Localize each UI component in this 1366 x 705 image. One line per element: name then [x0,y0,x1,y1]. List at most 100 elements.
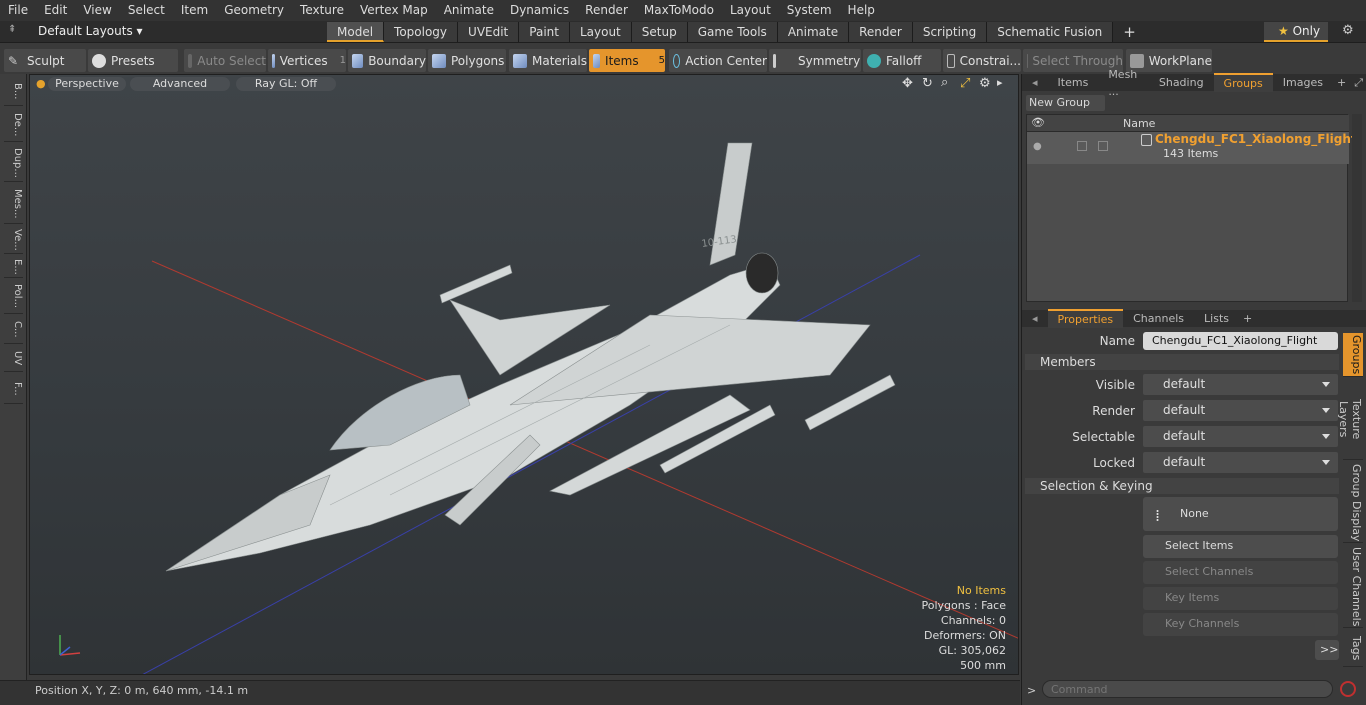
vtab-user-channels[interactable]: User Channels [1343,546,1363,628]
menu-maxtomodo[interactable]: MaxToModo [636,0,722,21]
vtab-tags[interactable]: Tags [1343,631,1363,667]
tab-schematic-fusion[interactable]: Schematic Fusion [987,22,1114,42]
menu-item[interactable]: Item [173,0,216,21]
sculpt-button[interactable]: ✎ Sculpt [4,49,86,72]
left-tab-curve[interactable]: C... [4,316,23,344]
tab-images[interactable]: Images [1273,74,1333,91]
menu-texture[interactable]: Texture [292,0,352,21]
locked-label: Locked [1093,456,1135,470]
tab-shading[interactable]: Shading [1149,74,1214,91]
tab-paint[interactable]: Paint [519,22,570,42]
name-field[interactable]: Chengdu_FC1_Xiaolong_Flight (145) [1143,332,1338,365]
tab-items[interactable]: Items [1048,74,1099,91]
tab-game-tools[interactable]: Game Tools [687,22,778,42]
panel-expand-icon[interactable]: ⤢ [1350,74,1366,91]
add-panel-tab-icon[interactable]: + [1333,74,1350,91]
tab-lists[interactable]: Lists [1194,310,1239,327]
left-tab-uv[interactable]: UV [4,346,23,372]
selection-keying-section[interactable]: Selection & Keying [1025,478,1339,494]
menu-dynamics[interactable]: Dynamics [502,0,577,21]
layout-tabs: Model Topology UVEdit Paint Layout Setup… [327,22,1146,42]
render-dropdown[interactable]: default [1143,400,1338,421]
groups-scrollbar[interactable] [1352,114,1362,302]
menu-vertex-map[interactable]: Vertex Map [352,0,436,21]
auto-select-button[interactable]: Auto Select [184,49,266,72]
selectable-dropdown[interactable]: default [1143,426,1338,447]
materials-button[interactable]: Materials [509,49,587,72]
tab-layout[interactable]: Layout [569,22,632,42]
3d-viewport[interactable]: ● Perspective Advanced Ray GL: Off ✥ ↻ ⌕… [29,74,1019,675]
tab-topology[interactable]: Topology [384,22,459,42]
vertices-label: Vertices [279,53,328,68]
constraints-button[interactable]: Constrai... [943,49,1021,72]
row-render-icon[interactable] [1077,141,1087,151]
properties-menu-icon[interactable]: ◂ [1022,310,1048,327]
items-button[interactable]: Items 5 [589,49,665,72]
left-tab-fusion[interactable]: F... [4,374,23,404]
star-icon: ★ [1278,24,1289,38]
tab-channels[interactable]: Channels [1123,310,1194,327]
menu-select[interactable]: Select [120,0,173,21]
default-layouts-dropdown[interactable]: Default Layouts ▾ [38,24,143,38]
menu-help[interactable]: Help [840,0,883,21]
vtab-group-display[interactable]: Group Display [1343,463,1363,543]
select-channels-button[interactable]: Select Channels [1143,561,1338,584]
tab-setup[interactable]: Setup [631,22,688,42]
symmetry-button[interactable]: Symmetry [769,49,861,72]
falloff-button[interactable]: Falloff [863,49,941,72]
polygons-icon [432,53,446,68]
vtab-groups[interactable]: Groups [1343,333,1363,377]
left-tab-vertex[interactable]: Ve... [4,226,23,254]
vtab-texture-layers[interactable]: Texture Layers [1337,380,1363,460]
polygons-button[interactable]: Polygons [428,49,506,72]
missile-2 [804,374,896,431]
add-properties-tab-icon[interactable]: + [1239,310,1256,327]
only-button[interactable]: ★ Only [1264,22,1328,42]
record-icon[interactable] [1340,681,1356,697]
tab-groups[interactable]: Groups [1213,73,1273,92]
group-row[interactable]: ● Chengdu_FC1_Xiaolong_Flight 143 Items [1027,132,1357,164]
gear-icon[interactable]: ⚙ [1342,23,1354,38]
panel-menu-icon[interactable]: ◂ [1022,74,1048,91]
menu-file[interactable]: File [0,0,36,21]
key-channels-button[interactable]: Key Channels [1143,613,1338,636]
left-tab-basic[interactable]: B... [4,78,23,106]
tab-properties[interactable]: Properties [1047,309,1124,328]
more-button[interactable]: >> [1315,640,1339,660]
locked-dropdown[interactable]: default [1143,452,1338,473]
add-tab-button[interactable]: + [1113,22,1146,42]
new-group-button[interactable]: New Group [1026,95,1105,111]
key-items-button[interactable]: Key Items [1143,587,1338,610]
menu-geometry[interactable]: Geometry [216,0,292,21]
groups-list-header: 👁 Name [1027,115,1349,132]
tab-render[interactable]: Render [849,22,913,42]
visible-dropdown[interactable]: default [1143,374,1338,395]
row-lock-icon[interactable] [1098,141,1108,151]
menu-render[interactable]: Render [577,0,636,21]
layout-toggle-icon[interactable]: ⇞ [8,24,18,38]
vertices-button[interactable]: Vertices 1 [268,49,346,72]
tab-mesh[interactable]: Mesh ... [1098,66,1149,100]
action-center-button[interactable]: Action Center [669,49,767,72]
tab-scripting[interactable]: Scripting [912,22,988,42]
left-tab-polygon[interactable]: Pol... [4,280,23,314]
left-tab-deform[interactable]: De... [4,108,23,142]
members-section[interactable]: Members [1025,354,1339,370]
boundary-button[interactable]: Boundary [348,49,426,72]
left-tab-mesh-edit[interactable]: Mes... [4,184,23,224]
tab-model[interactable]: Model [327,22,385,42]
row-visibility-icon[interactable]: ● [1033,141,1042,152]
menu-layout[interactable]: Layout [722,0,779,21]
menu-edit[interactable]: Edit [36,0,75,21]
none-button[interactable]: ⁞ None [1143,497,1338,531]
presets-button[interactable]: Presets [88,49,178,72]
menu-system[interactable]: System [779,0,840,21]
menu-view[interactable]: View [75,0,119,21]
command-input[interactable] [1042,680,1333,698]
select-items-button[interactable]: Select Items [1143,535,1338,558]
tab-animate[interactable]: Animate [777,22,850,42]
left-tab-duplicate[interactable]: Dup... [4,144,23,182]
tab-uvedit[interactable]: UVEdit [458,22,520,42]
menu-animate[interactable]: Animate [436,0,502,21]
left-tab-edge[interactable]: E... [4,256,23,278]
